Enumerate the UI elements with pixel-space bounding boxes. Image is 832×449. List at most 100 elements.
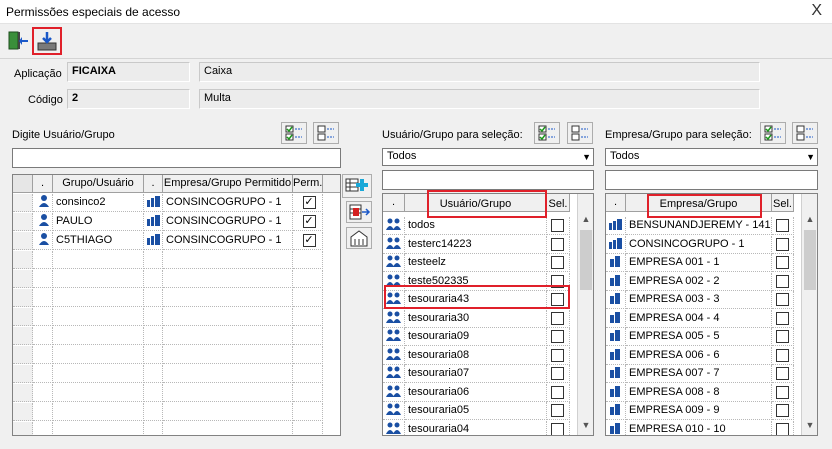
list-item[interactable]: EMPRESA 008 - 8	[606, 383, 801, 402]
table-row[interactable]: consinco2 CONSINCOGRUPO - 1	[13, 194, 340, 213]
select-checkbox[interactable]	[551, 293, 564, 306]
right-scrollbar[interactable]: ▲ ▼	[801, 194, 817, 435]
right-col-header-sel[interactable]: Sel.	[772, 194, 794, 212]
list-item[interactable]: EMPRESA 002 - 2	[606, 272, 801, 291]
scroll-thumb[interactable]	[580, 230, 592, 290]
table-row[interactable]	[13, 308, 340, 327]
col-header-perm[interactable]: Perm.	[293, 175, 323, 193]
table-row[interactable]	[13, 346, 340, 365]
list-item[interactable]: teste502335	[383, 272, 577, 291]
col-header-icon[interactable]: .	[33, 175, 53, 193]
save-button[interactable]	[32, 27, 62, 55]
select-checkbox[interactable]	[551, 367, 564, 380]
exit-button[interactable]	[5, 28, 31, 54]
select-checkbox[interactable]	[776, 293, 789, 306]
select-checkbox[interactable]	[776, 311, 789, 325]
table-row[interactable]: C5THIAGO CONSINCOGRUPO - 1	[13, 232, 340, 251]
list-item[interactable]: testerc14223	[383, 235, 577, 254]
uncheck-all-button[interactable]	[313, 122, 339, 144]
list-item[interactable]: tesouraria05	[383, 402, 577, 420]
select-checkbox[interactable]	[776, 348, 789, 362]
table-row[interactable]	[13, 422, 340, 435]
table-row[interactable]	[13, 289, 340, 308]
list-item[interactable]: tesouraria04	[383, 420, 577, 435]
middle-col-header-sel[interactable]: Sel.	[547, 194, 570, 212]
list-item[interactable]: tesouraria07	[383, 365, 577, 383]
table-row[interactable]	[13, 251, 340, 270]
select-checkbox[interactable]	[551, 274, 564, 288]
select-checkbox[interactable]	[776, 237, 789, 251]
list-item[interactable]: BENSUNANDJEREMY - 141	[606, 217, 801, 235]
select-checkbox[interactable]	[776, 330, 789, 343]
list-item[interactable]: todos	[383, 217, 577, 235]
list-item[interactable]: CONSINCOGRUPO - 1	[606, 235, 801, 254]
right-col-header-empresa[interactable]: Empresa/Grupo	[626, 194, 772, 212]
middle-col-header-user[interactable]: Usuário/Grupo	[405, 194, 547, 212]
perm-checkbox[interactable]	[302, 215, 316, 228]
select-checkbox[interactable]	[776, 274, 789, 288]
select-checkbox[interactable]	[551, 219, 564, 232]
middle-col-header-icon[interactable]: .	[383, 194, 405, 212]
middle-search-input[interactable]	[382, 170, 594, 190]
scroll-down-icon[interactable]: ▼	[802, 420, 817, 430]
scroll-up-icon[interactable]: ▲	[578, 214, 593, 224]
list-item[interactable]: tesouraria30	[383, 309, 577, 328]
right-filter-select[interactable]: Todos ▼	[605, 148, 818, 166]
check-all-button[interactable]	[281, 122, 307, 144]
select-checkbox[interactable]	[776, 367, 789, 380]
company-button[interactable]	[346, 227, 372, 249]
list-item[interactable]: EMPRESA 005 - 5	[606, 328, 801, 346]
table-row[interactable]	[13, 384, 340, 403]
select-checkbox[interactable]	[551, 348, 564, 362]
scroll-up-icon[interactable]: ▲	[802, 214, 817, 224]
list-item[interactable]: testeelz	[383, 254, 577, 272]
table-row[interactable]	[13, 403, 340, 422]
list-item[interactable]: tesouraria06	[383, 383, 577, 402]
select-checkbox[interactable]	[551, 422, 564, 435]
select-checkbox[interactable]	[551, 311, 564, 325]
perm-checkbox[interactable]	[302, 196, 316, 209]
close-button[interactable]: X	[811, 2, 822, 20]
list-item[interactable]: EMPRESA 006 - 6	[606, 346, 801, 365]
perm-checkbox[interactable]	[302, 234, 316, 247]
select-checkbox[interactable]	[776, 219, 789, 232]
select-checkbox[interactable]	[776, 422, 789, 435]
list-item[interactable]: EMPRESA 001 - 1	[606, 254, 801, 272]
select-checkbox[interactable]	[551, 237, 564, 251]
scroll-down-icon[interactable]: ▼	[578, 420, 593, 430]
right-uncheck-all-button[interactable]	[792, 122, 818, 144]
col-header-user[interactable]: Grupo/Usuário	[53, 175, 144, 193]
select-checkbox[interactable]	[776, 404, 789, 417]
list-item[interactable]: EMPRESA 010 - 10	[606, 420, 801, 435]
list-item[interactable]: EMPRESA 004 - 4	[606, 309, 801, 328]
list-item[interactable]: EMPRESA 007 - 7	[606, 365, 801, 383]
list-item[interactable]: tesouraria09	[383, 328, 577, 346]
col-header-icon2[interactable]: .	[144, 175, 163, 193]
table-row[interactable]	[13, 327, 340, 346]
middle-uncheck-all-button[interactable]	[567, 122, 593, 144]
middle-scrollbar[interactable]: ▲ ▼	[577, 194, 593, 435]
select-checkbox[interactable]	[776, 256, 789, 269]
list-item[interactable]: EMPRESA 003 - 3	[606, 291, 801, 309]
user-search-input[interactable]	[12, 148, 341, 168]
add-permission-button[interactable]	[342, 174, 372, 198]
table-row[interactable]: PAULO CONSINCOGRUPO - 1	[13, 213, 340, 232]
select-checkbox[interactable]	[551, 385, 564, 399]
middle-filter-select[interactable]: Todos ▼	[382, 148, 594, 166]
right-check-all-button[interactable]	[760, 122, 786, 144]
list-item[interactable]: tesouraria43	[383, 291, 577, 309]
scroll-thumb[interactable]	[804, 230, 816, 290]
list-item[interactable]: tesouraria08	[383, 346, 577, 365]
right-col-header-icon[interactable]: .	[606, 194, 626, 212]
table-row[interactable]	[13, 365, 340, 384]
select-checkbox[interactable]	[551, 256, 564, 269]
select-checkbox[interactable]	[776, 385, 789, 399]
select-checkbox[interactable]	[551, 404, 564, 417]
list-item[interactable]: EMPRESA 009 - 9	[606, 402, 801, 420]
select-checkbox[interactable]	[551, 330, 564, 343]
right-search-input[interactable]	[605, 170, 818, 190]
middle-check-all-button[interactable]	[534, 122, 560, 144]
table-row[interactable]	[13, 270, 340, 289]
col-header-empresa[interactable]: Empresa/Grupo Permitido	[163, 175, 293, 193]
remove-permission-button[interactable]	[346, 201, 372, 223]
